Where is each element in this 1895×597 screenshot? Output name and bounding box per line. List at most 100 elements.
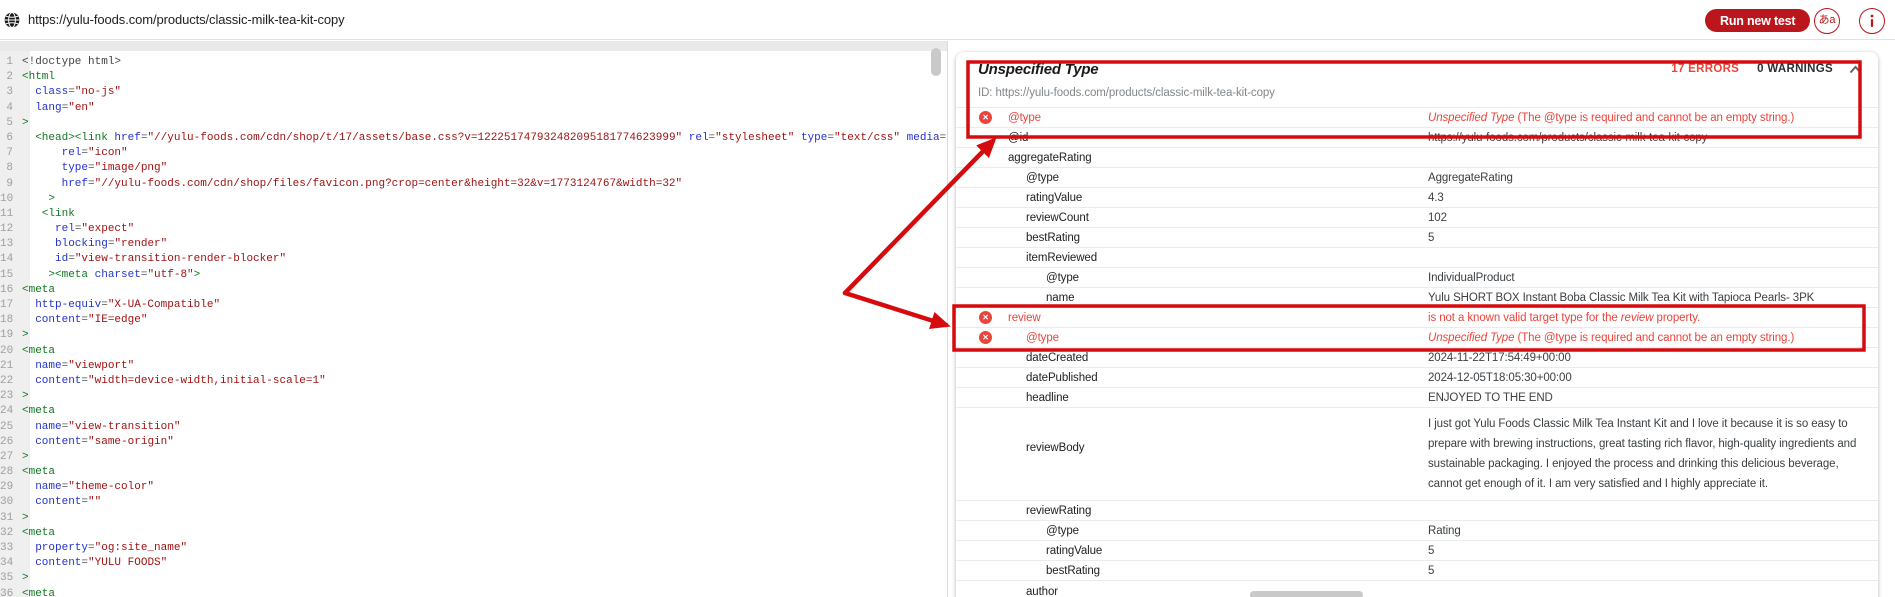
code-line: 7 rel="icon" xyxy=(0,146,947,161)
code-text: > xyxy=(22,116,29,129)
line-number: 1 xyxy=(6,56,13,68)
property-value: 5 xyxy=(1428,231,1435,244)
error-icon xyxy=(979,331,992,344)
line-number: 26 xyxy=(0,435,14,448)
result-row-aggregateRating[interactable]: aggregateRating xyxy=(956,148,1878,168)
code-line: 20 <meta xyxy=(0,344,947,359)
warnings-badge[interactable]: 0 WARNINGS xyxy=(1757,63,1833,75)
line-number: 36 xyxy=(0,587,14,597)
card-header: Unspecified Type 17 ERRORS 0 WARNINGS xyxy=(956,52,1878,80)
property-label: ratingValue xyxy=(1026,191,1083,204)
code-line: 10 > xyxy=(0,192,947,207)
code-line: 12 rel="expect" xyxy=(0,222,947,237)
property-label: reviewCount xyxy=(1026,211,1089,224)
code-line: 17 http-equiv="X-UA-Compatible" xyxy=(0,298,947,313)
chevron-up-icon[interactable] xyxy=(1849,65,1862,74)
result-row-type[interactable]: @type IndividualProduct xyxy=(956,268,1878,288)
line-number: 15 xyxy=(0,268,14,281)
result-row-reviewBody[interactable]: reviewBody I just got Yulu Foods Classic … xyxy=(956,408,1878,501)
line-number: 22 xyxy=(0,374,14,387)
result-row-type[interactable]: @type Unspecified Type (The @type is requ… xyxy=(956,328,1878,348)
code-line: 24 <meta xyxy=(0,404,947,419)
result-row-reviewCount[interactable]: reviewCount 102 xyxy=(956,208,1878,228)
code-text: > xyxy=(22,511,29,524)
result-row-author[interactable]: author xyxy=(956,581,1878,597)
property-value: 4.3 xyxy=(1428,191,1444,204)
result-row-headline[interactable]: headline ENJOYED TO THE END xyxy=(956,388,1878,408)
code-text: ><meta charset="utf-8"> xyxy=(22,268,201,281)
code-line: 28 <meta xyxy=(0,465,947,480)
code-line: 9 href="//yulu-foods.com/cdn/shop/files/… xyxy=(0,177,947,192)
translate-icon[interactable]: あa xyxy=(1814,8,1840,34)
code-text: href="//yulu-foods.com/cdn/shop/files/fa… xyxy=(22,177,683,190)
property-value: is not a known valid target type for the… xyxy=(1428,311,1701,324)
code-vertical-scrollbar[interactable] xyxy=(931,48,941,76)
code-text: <meta xyxy=(22,466,56,479)
code-line: 18 content="IE=edge" xyxy=(0,313,947,328)
property-value: 102 xyxy=(1428,211,1447,224)
code-line: 36 <meta xyxy=(0,587,947,597)
result-row-itemReviewed[interactable]: itemReviewed xyxy=(956,248,1878,268)
code-text: <meta xyxy=(22,344,56,357)
property-label: @type xyxy=(1046,271,1079,284)
code-line: 29 name="theme-color" xyxy=(0,480,947,495)
property-value: Rating xyxy=(1428,524,1461,537)
code-line: 19 > xyxy=(0,328,947,343)
result-row-type[interactable]: @type Unspecified Type (The @type is requ… xyxy=(956,108,1878,128)
code-line: 30 content="" xyxy=(0,495,947,510)
result-row-reviewRating[interactable]: reviewRating xyxy=(956,501,1878,521)
property-value: I just got Yulu Foods Classic Milk Tea I… xyxy=(1428,418,1857,490)
code-line: 23 > xyxy=(0,389,947,404)
line-number: 35 xyxy=(0,572,14,585)
result-row-bestRating[interactable]: bestRating 5 xyxy=(956,561,1878,581)
property-label: reviewRating xyxy=(1026,504,1092,517)
detected-type-card: Unspecified Type 17 ERRORS 0 WARNINGS ID… xyxy=(956,52,1878,597)
code-text: content="" xyxy=(22,496,102,509)
errors-badge[interactable]: 17 ERRORS xyxy=(1671,63,1739,75)
property-label: bestRating xyxy=(1046,564,1100,577)
line-number: 28 xyxy=(0,466,14,479)
property-label: @type xyxy=(1026,331,1059,344)
result-row-bestRating[interactable]: bestRating 5 xyxy=(956,228,1878,248)
result-row-ratingValue[interactable]: ratingValue 4.3 xyxy=(956,188,1878,208)
result-row-ratingValue[interactable]: ratingValue 5 xyxy=(956,541,1878,561)
results-horizontal-scrollbar[interactable] xyxy=(1250,591,1363,597)
line-number: 23 xyxy=(0,390,14,403)
code-line: 16 <meta xyxy=(0,283,947,298)
result-row-review[interactable]: review is not a known valid target type f… xyxy=(956,308,1878,328)
result-row-type[interactable]: @type AggregateRating xyxy=(956,168,1878,188)
result-row-id[interactable]: @id https://yulu-foods.com/products/class… xyxy=(956,128,1878,148)
info-icon[interactable] xyxy=(1859,8,1885,34)
code-text: name="view-transition" xyxy=(22,420,181,433)
run-new-test-button[interactable]: Run new test xyxy=(1705,9,1811,32)
line-number: 3 xyxy=(6,86,13,99)
property-value: ENJOYED TO THE END xyxy=(1428,391,1553,404)
code-text: content="same-origin" xyxy=(22,435,174,448)
property-label: @type xyxy=(1008,111,1041,124)
property-label: @type xyxy=(1046,524,1079,537)
code-line: 22 content="width=device-width,initial-s… xyxy=(0,374,947,389)
code-line: 14 id="view-transition-render-blocker" xyxy=(0,252,947,267)
code-line: 6 <head><link href="//yulu-foods.com/cdn… xyxy=(0,131,947,146)
code-line: 13 blocking="render" xyxy=(0,237,947,252)
code-line: 25 name="view-transition" xyxy=(0,420,947,435)
property-value: Unspecified Type (The @type is required … xyxy=(1428,111,1795,124)
line-number: 7 xyxy=(6,147,13,160)
line-number: 33 xyxy=(0,542,14,554)
property-label: @id xyxy=(1008,131,1029,144)
line-number: 31 xyxy=(0,511,14,524)
results-rows: @type Unspecified Type (The @type is requ… xyxy=(956,108,1878,597)
code-text: > xyxy=(22,450,29,463)
result-row-datePublished[interactable]: datePublished 2024-12-05T18:05:30+00:00 xyxy=(956,368,1878,388)
property-value: 5 xyxy=(1428,544,1435,557)
result-row-type[interactable]: @type Rating xyxy=(956,521,1878,541)
property-value: 2024-11-22T17:54:49+00:00 xyxy=(1428,351,1571,364)
result-row-dateCreated[interactable]: dateCreated 2024-11-22T17:54:49+00:00 xyxy=(956,348,1878,368)
code-text: class="no-js" xyxy=(22,86,122,99)
code-text: lang="en" xyxy=(22,101,95,114)
code-text: blocking="render" xyxy=(22,238,168,251)
line-number: 18 xyxy=(0,314,14,327)
result-row-name[interactable]: name Yulu SHORT BOX Instant Boba Classic … xyxy=(956,288,1878,308)
code-text: name="theme-color" xyxy=(22,481,155,494)
line-number: 34 xyxy=(0,557,14,570)
